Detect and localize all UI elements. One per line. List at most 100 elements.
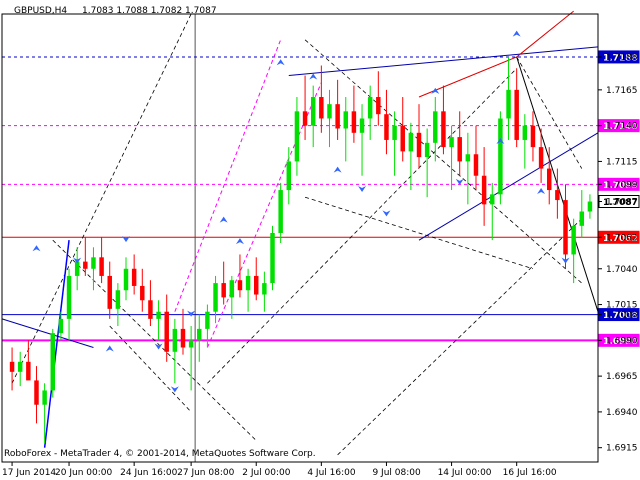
candle-body [123, 268, 129, 291]
x-tick-label: 9 Jul 08:00 [372, 468, 421, 478]
candle-body [319, 97, 324, 119]
x-tick-label: 2 Jul 00:00 [242, 468, 291, 478]
candle-body [229, 280, 235, 298]
candle-body [164, 311, 169, 352]
candle-body [457, 137, 462, 162]
candle-body [172, 328, 178, 352]
candle-body [34, 380, 39, 405]
candle-body [384, 114, 389, 140]
y-tick-label: 1.6965 [606, 372, 638, 382]
candle-body [408, 132, 414, 152]
candle-body [546, 168, 552, 191]
y-tick-label: 1.7165 [606, 86, 638, 96]
y-tick-label: 1.7062 [606, 233, 638, 243]
candle-body [270, 232, 275, 284]
x-tick-label: 4 Jul 16:00 [307, 468, 356, 478]
chart-header-symbol: GBPUSD,H4 [14, 6, 67, 16]
candle-body [522, 125, 528, 140]
candle-body [498, 118, 503, 195]
y-tick-label: 1.7140 [606, 122, 638, 132]
chart-window[interactable]: 1.7188 1.7140 1.7099 1.7087 1.7062 1.7008 1.69… [0, 0, 640, 480]
chart-copyright: RoboForex - MetaTrader 4, © 2001-2014, M… [4, 449, 316, 459]
candle-body [538, 147, 544, 169]
candle-body [9, 361, 15, 372]
y-tick-label: 1.7008 [606, 311, 638, 321]
candle-body [563, 200, 568, 255]
x-tick-label: 24 Jun 16:00 [120, 468, 177, 478]
plot-background [0, 0, 640, 480]
y-tick-label: 1.6940 [606, 408, 638, 418]
candle-body [530, 125, 536, 148]
candle-body [245, 275, 251, 291]
candle-body [83, 261, 88, 269]
candle-body [91, 257, 96, 269]
candle-body [115, 290, 121, 309]
candle-body [351, 111, 357, 133]
y-tick-label: 1.6915 [606, 444, 638, 454]
y-tick-label: 1.7015 [606, 301, 638, 311]
candle-body [180, 328, 186, 348]
candle-body [367, 97, 373, 119]
y-tick-label: 1.6990 [606, 336, 638, 346]
candle-body [310, 97, 316, 126]
candle-body [99, 257, 104, 276]
candle-body [156, 311, 161, 319]
x-tick-label: 27 Jun 08:00 [177, 468, 234, 478]
candle-body [441, 111, 446, 148]
candle-body [131, 268, 137, 286]
candle-body [424, 142, 430, 158]
candle-body [335, 104, 340, 129]
x-tick-label: 20 Jun 00:00 [55, 468, 112, 478]
candle-body [490, 194, 495, 205]
candle-body [205, 311, 210, 329]
candle-body [188, 340, 194, 348]
candle-body [221, 283, 226, 298]
candle-body [294, 111, 300, 162]
candle-body [416, 132, 422, 158]
x-tick-label: 14 Jul 00:00 [438, 468, 492, 478]
candle-body [359, 118, 365, 133]
candle-body [26, 361, 31, 381]
candle-body [50, 333, 56, 391]
candle-body [148, 300, 153, 319]
candle-body [473, 154, 479, 176]
candle-body [213, 283, 218, 312]
price-chart[interactable]: 1.7188 1.7140 1.7099 1.7087 1.7062 1.7008 1.69… [0, 0, 640, 480]
x-tick-label: 17 Jun 2014 [2, 468, 56, 478]
candle-body [66, 275, 72, 319]
candle-body [433, 111, 438, 143]
candle-body [481, 175, 487, 205]
candle-body [262, 283, 267, 295]
y-tick-label: 1.7099 [606, 180, 638, 190]
candle-body [449, 137, 454, 148]
candle-body [42, 390, 47, 405]
candle-body [327, 104, 332, 119]
chart-header-ohlc: 1.7083 1.7088 1.7082 1.7087 [82, 6, 217, 16]
candle-body [286, 161, 292, 191]
candle-body [343, 111, 349, 129]
y-tick-label: 1.7040 [606, 265, 638, 275]
candle-body [571, 225, 576, 255]
y-tick-label: 1.7087 [606, 198, 638, 208]
candle-body [58, 318, 64, 334]
candle-body [237, 280, 243, 291]
candle-body [400, 125, 405, 152]
candle-body [506, 89, 511, 119]
candle-body [555, 190, 560, 201]
candle-body [253, 275, 259, 295]
candle-body [302, 111, 308, 126]
candle-body [107, 275, 112, 309]
y-tick-label: 1.7188 [606, 53, 638, 63]
candle-body [376, 97, 381, 115]
candle-body [587, 201, 593, 212]
candle-body [579, 211, 585, 226]
candle-body [17, 361, 23, 372]
y-tick-label: 1.7115 [606, 157, 638, 167]
candle-body [278, 190, 283, 233]
candle-body [514, 89, 519, 140]
candle-body [140, 285, 145, 301]
x-tick-label: 16 Jul 16:00 [503, 468, 557, 478]
candle-body [392, 125, 397, 140]
candle-body [465, 154, 471, 162]
candle-body [74, 261, 80, 276]
